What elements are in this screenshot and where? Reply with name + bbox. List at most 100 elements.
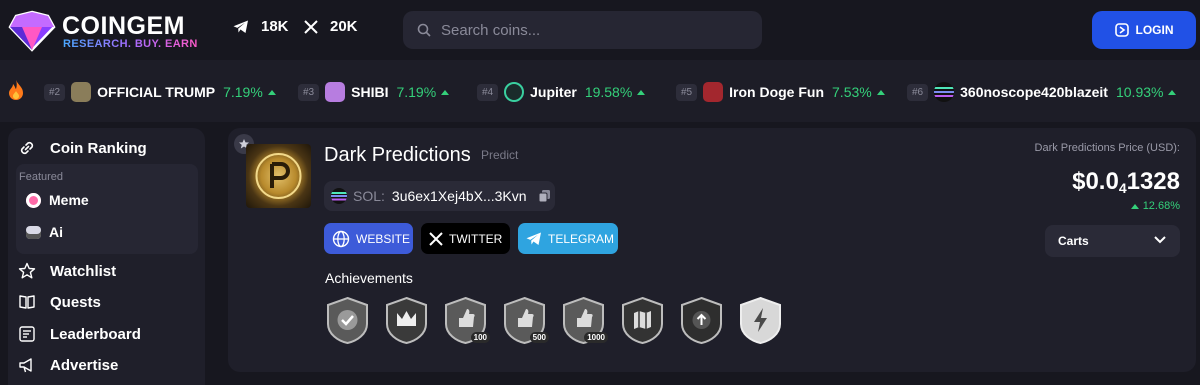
telegram-link[interactable]: 18K [233,18,289,35]
ticker-rank: #6 [907,83,929,101]
arrow-up-badge-icon[interactable] [679,296,724,345]
coin-icon [325,82,346,102]
telegram-icon [526,232,541,245]
sidebar-item-advertise[interactable]: Advertise [18,356,118,374]
sidebar-item-leaderboard[interactable]: Leaderboard [18,325,141,343]
price-digits: 1328 [1126,168,1180,195]
fire-icon [9,80,23,100]
badge-count: 500 [529,332,549,343]
login-button[interactable]: LOGIN [1092,11,1196,49]
sidebar: Coin Ranking Featured Meme Ai Watchlist … [8,128,205,385]
ticker-item[interactable]: #5 Iron Doge Fun 7.53% [676,81,885,103]
coin-name: Dark Predictions [324,144,471,166]
solana-icon [934,82,955,102]
telegram-icon [233,20,248,33]
featured-section: Featured Meme Ai [16,164,198,254]
robot-icon [26,225,41,239]
contract-address[interactable]: SOL: 3u6ex1Xej4bX...3Kvn [324,181,555,211]
sidebar-item-label: Coin Ranking [50,139,147,157]
globe-icon [332,230,350,247]
telegram-count: 18K [261,18,289,35]
x-icon [429,231,443,246]
badge-count: 1000 [584,332,608,343]
badge-count: 100 [470,332,490,343]
search-icon [417,23,431,37]
coin-logo [246,144,311,208]
website-button[interactable]: WEBSITE [324,223,413,254]
ticker-item[interactable]: #2 OFFICIAL TRUMP 7.19% [44,81,276,103]
coin-icon [504,82,525,102]
thumbs-up-badge-icon[interactable]: 500 [502,296,549,345]
up-arrow-icon [1130,203,1139,209]
chain-label: SOL: [353,188,385,204]
coin-icon [703,82,724,102]
sidebar-item-meme[interactable]: Meme [26,192,89,208]
ticker-item[interactable]: #6 360noscope420blazeit 10.93% [907,81,1177,103]
crown-badge-icon[interactable] [384,296,429,345]
ticker-rank: #3 [298,83,320,101]
ticker-change: 7.53% [832,84,872,100]
lightning-badge-icon[interactable] [738,296,783,345]
ticker-item[interactable]: #4 Jupiter 19.58% [477,81,646,103]
coin-category[interactable]: Predict [481,148,518,162]
ticker-change: 10.93% [1115,84,1164,100]
price-prefix: $0.0 [1072,168,1119,195]
address-text: 3u6ex1Xej4bX...3Kvn [391,188,527,204]
up-arrow-icon [637,89,646,95]
up-arrow-icon [876,89,885,95]
coin-icon [71,82,92,102]
solana-icon [331,188,347,204]
telegram-label: TELEGRAM [548,231,615,246]
price-change: 12.68% [1130,200,1180,212]
sidebar-item-label: Leaderboard [50,325,141,343]
trending-ticker: #2 OFFICIAL TRUMP 7.19% #3 SHIBI 7.19% #… [0,60,1200,122]
link-icon [20,141,34,155]
sidebar-item-label: Ai [49,224,63,240]
achievements-heading: Achievements [325,270,413,286]
gem-logo-icon[interactable] [8,10,56,52]
sidebar-item-quests[interactable]: Quests [18,293,101,311]
login-icon [1114,23,1129,37]
sidebar-item-label: Quests [50,293,101,311]
sidebar-item-coin-ranking[interactable]: Coin Ranking [18,139,147,157]
search-bar[interactable] [403,11,762,49]
telegram-button[interactable]: TELEGRAM [518,223,618,254]
megaphone-icon [19,358,32,373]
book-icon [19,295,35,309]
thumbs-up-badge-icon[interactable]: 100 [443,296,490,345]
price-label: Dark Predictions Price (USD): [1034,142,1180,154]
dropdown-label: Carts [1058,234,1089,248]
ticker-change: 7.19% [223,84,263,100]
achievements-list: 100 500 1000 [325,296,783,345]
check-badge-icon[interactable] [325,296,370,345]
coin-panel: Dark Predictions Predict SOL: 3u6ex1Xej4… [228,128,1196,372]
sidebar-item-label: Watchlist [50,262,117,280]
ticker-item[interactable]: #3 SHIBI 7.19% [298,81,450,103]
charts-dropdown[interactable]: Carts [1045,225,1180,257]
ticker-name: SHIBI [351,84,389,100]
meme-icon [26,192,41,208]
brand-name[interactable]: COINGEM [62,12,185,41]
ticker-change: 7.19% [396,84,437,100]
coin-p-icon [255,153,302,199]
ticker-rank: #4 [477,83,499,101]
chevron-down-icon [1154,236,1166,244]
coin-price: $0.041328 [1072,168,1180,196]
ticker-name: OFFICIAL TRUMP [97,84,216,100]
search-input[interactable] [441,11,751,49]
map-badge-icon[interactable] [620,296,665,345]
ticker-rank: #2 [44,83,66,101]
copy-icon[interactable] [538,190,550,202]
login-label: LOGIN [1135,23,1174,37]
twitter-button[interactable]: TWITTER [421,223,510,254]
sidebar-item-ai[interactable]: Ai [26,224,63,240]
ticker-name: Iron Doge Fun [729,84,825,100]
up-arrow-icon [441,89,450,95]
leaderboard-icon [19,326,35,342]
x-icon [304,19,318,34]
thumbs-up-badge-icon[interactable]: 1000 [561,296,608,345]
featured-label: Featured [19,171,64,183]
sidebar-item-watchlist[interactable]: Watchlist [18,262,116,280]
brand-tagline: RESEARCH. BUY. EARN [63,38,198,50]
x-link[interactable]: 20K [304,18,358,35]
